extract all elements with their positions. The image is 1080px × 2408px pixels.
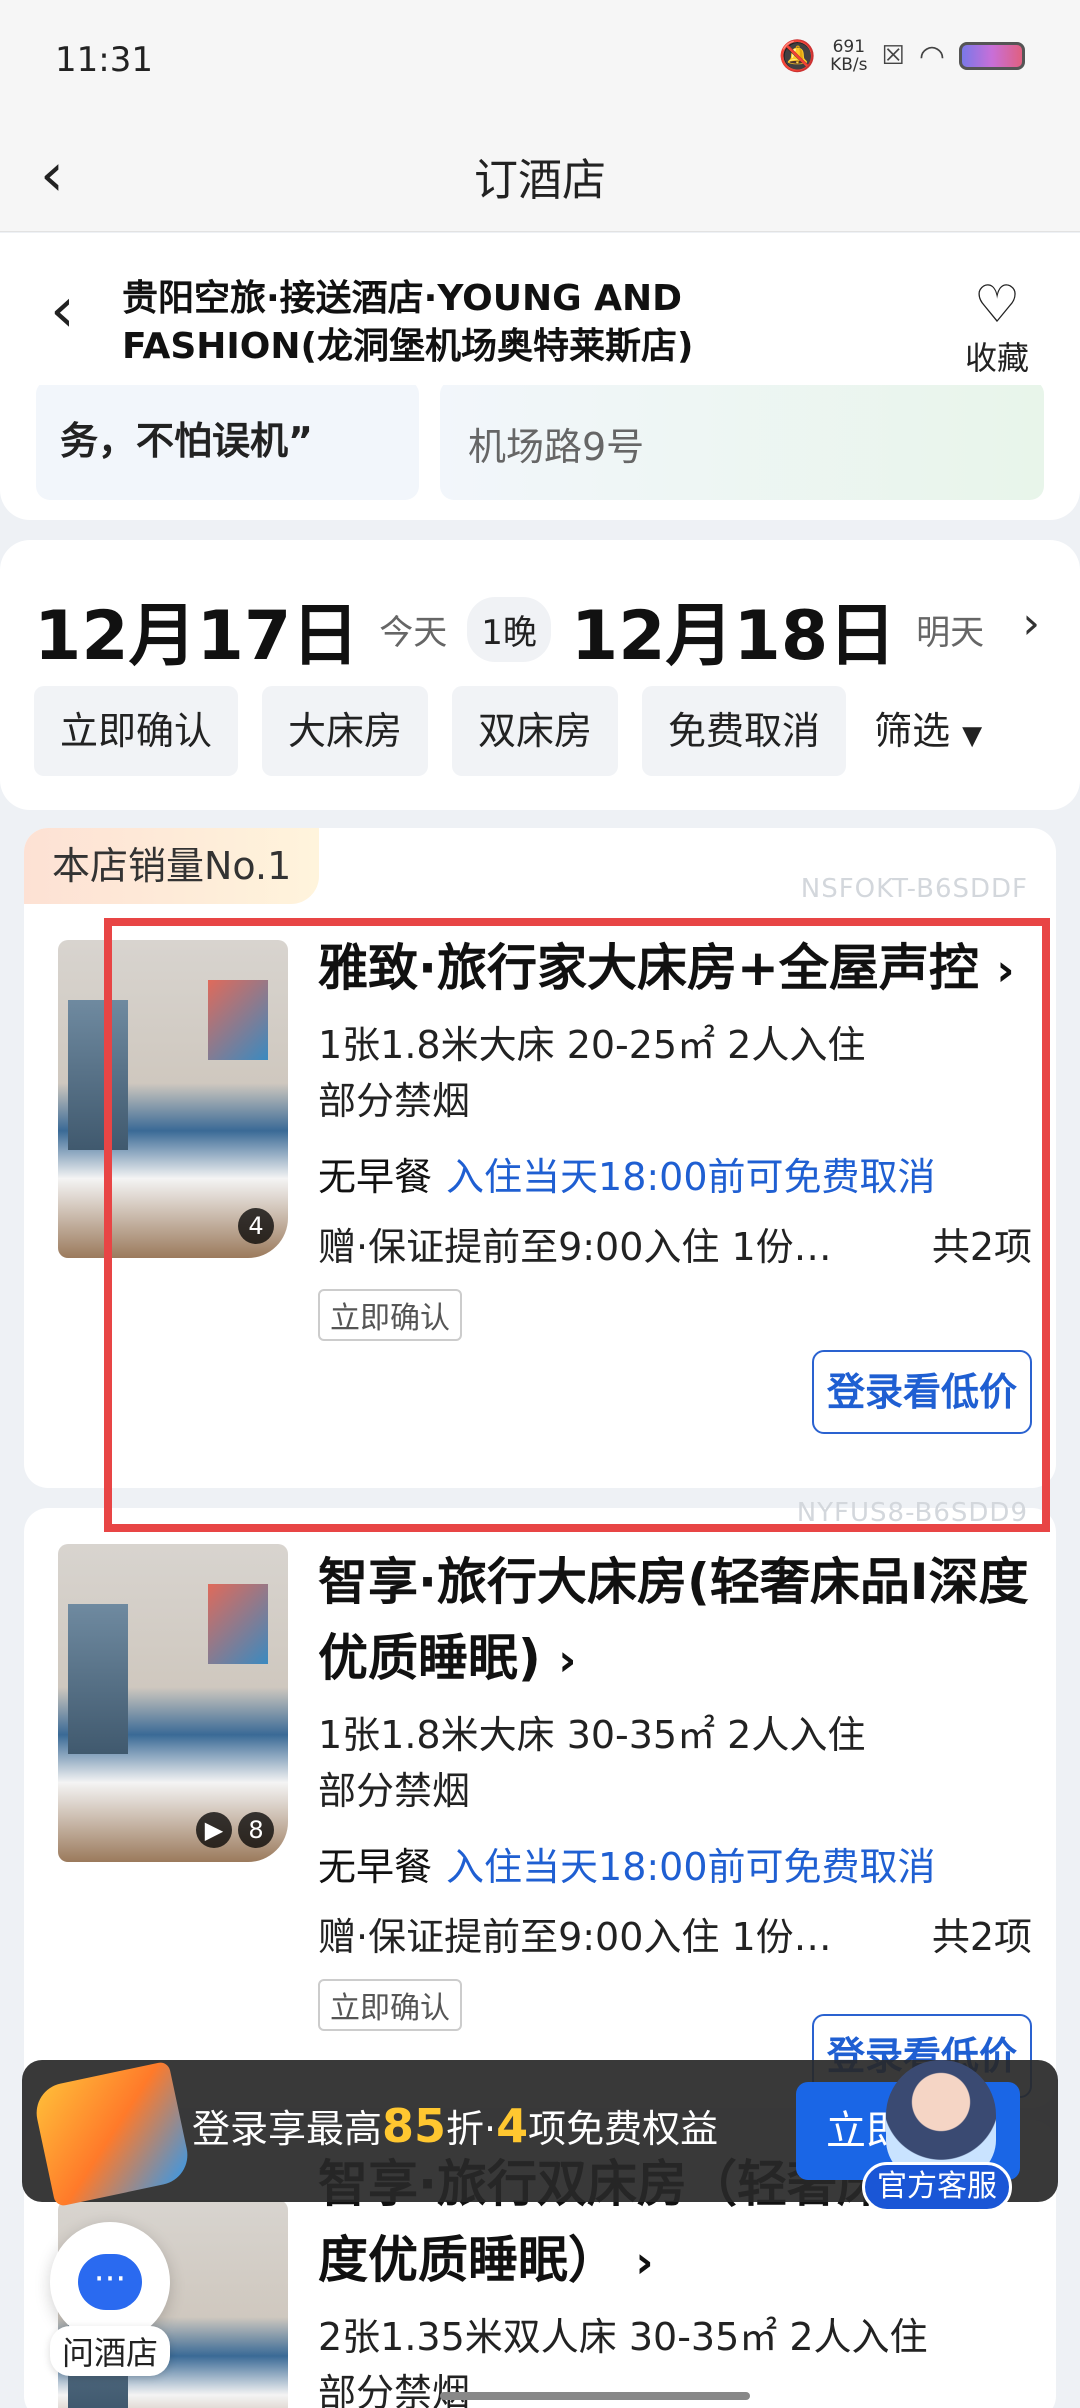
date-filter-panel: 12月17日 今天 1晚 12月18日 明天 › 立即确认 大床房 双床房 免费… [0, 540, 1080, 810]
favorite-button[interactable]: ♡ 收藏 [952, 277, 1042, 379]
chevron-right-icon: › [996, 945, 1015, 996]
network-speed: 691 KB/s [830, 37, 868, 75]
checkout-date: 12月18日 [570, 597, 897, 676]
instant-confirm-tag: 立即确认 [318, 1289, 462, 1341]
hotel-address[interactable]: 机场路9号 [440, 380, 1044, 500]
chevron-right-icon: › [635, 2237, 654, 2288]
status-bar: 11:31 🔕 691 KB/s ☒ ◠ [0, 0, 1080, 120]
room-photo[interactable]: ▶ 8 [58, 1544, 288, 1862]
room-gift[interactable]: 赠·保证提前至9:00入住 1份… 共2项 [318, 1219, 1032, 1275]
filter-twin-bed[interactable]: 双床房 [452, 686, 619, 776]
filter-more[interactable]: 筛选 ▼ [870, 686, 983, 776]
checkin-date: 12月17日 [34, 597, 360, 676]
sim-off-icon: ☒ [881, 41, 905, 71]
wifi-icon: ◠ [918, 38, 945, 74]
room-spec: 1张1.8米大床 30-35㎡ 2人入住 部分禁烟 [318, 1713, 866, 1813]
room-spec: 1张1.8米大床 20-25㎡ 2人入住 部分禁烟 [318, 1023, 866, 1123]
top-nav: ‹ 订酒店 [0, 120, 1080, 232]
nights-count: 1晚 [467, 597, 551, 662]
mute-icon: 🔕 [778, 38, 817, 74]
room-policy: 无早餐 入住当天18:00前可免费取消 [318, 1155, 936, 1199]
room-details: 智享·旅行大床房(轻奢床品I深度优质睡眠) › 1张1.8米大床 30-35㎡ … [318, 1544, 1032, 2098]
room-card[interactable]: 本店销量No.1 NSFOKT-B6SDDF 4 雅致·旅行家大床房+全屋声控 … [24, 828, 1056, 1488]
page-title: 订酒店 [474, 155, 606, 206]
sales-badge: 本店销量No.1 [24, 828, 320, 904]
photo-count: ▶ 8 [196, 1812, 274, 1848]
customer-service-button[interactable]: 官方客服 [862, 2060, 1012, 2212]
filter-free-cancel[interactable]: 免费取消 [642, 686, 847, 776]
ask-hotel-button[interactable]: ··· 问酒店 [40, 2222, 180, 2382]
checkout-sub: 明天 [916, 613, 985, 653]
room-code: NSFOKT-B6SDDF [800, 874, 1028, 904]
chevron-right-icon: › [558, 1635, 577, 1686]
room-details: 雅致·旅行家大床房+全屋声控 › 1张1.8米大床 20-25㎡ 2人入住 部分… [318, 930, 1032, 1434]
service-label: 官方客服 [862, 2162, 1012, 2212]
room-code: NYFUS8-B6SDD9 [796, 1498, 1028, 1528]
photo-count: 4 [238, 1208, 274, 1244]
filter-row: 立即确认 大床房 双床房 免费取消 筛选 ▼ [34, 686, 983, 776]
coupon-icon [31, 2060, 193, 2208]
heart-plus-icon: ♡ [973, 275, 1021, 335]
status-time: 11:31 [55, 40, 153, 80]
date-selector[interactable]: 12月17日 今天 1晚 12月18日 明天 [34, 580, 984, 679]
caret-down-icon: ▼ [962, 721, 983, 751]
room-gift[interactable]: 赠·保证提前至9:00入住 1份… 共2项 [318, 1909, 1032, 1965]
filter-instant-confirm[interactable]: 立即确认 [34, 686, 239, 776]
battery-icon [959, 42, 1025, 70]
room-card[interactable]: NYFUS8-B6SDD9 ▶ 8 智享·旅行大床房(轻奢床品I深度优质睡眠) … [24, 1498, 1056, 2108]
cancel-policy: 入住当天18:00前可免费取消 [446, 1845, 936, 1889]
hotel-header: ‹ 贵阳空旅·接送酒店·YOUNG AND FASHION(龙洞堡机场奥特莱斯店… [0, 233, 1080, 385]
ask-hotel-label: 问酒店 [49, 2326, 170, 2376]
promo-text: 登录享最高85折·4项免费权益 [192, 2099, 719, 2153]
chat-icon: ··· [78, 2254, 142, 2310]
hotel-back-icon[interactable]: ‹ [50, 273, 75, 346]
filter-king-bed[interactable]: 大床房 [262, 686, 429, 776]
video-play-icon: ▶ [196, 1812, 232, 1848]
instant-confirm-tag: 立即确认 [318, 1979, 462, 2031]
room-title[interactable]: 雅致·旅行家大床房+全屋声控 › [318, 930, 1032, 1009]
favorite-label: 收藏 [964, 339, 1029, 377]
login-price-button[interactable]: 登录看低价 [812, 1350, 1032, 1434]
chevron-right-icon[interactable]: › [1022, 598, 1040, 649]
home-indicator[interactable] [440, 2392, 750, 2400]
room-title[interactable]: 智享·旅行大床房(轻奢床品I深度优质睡眠) › [318, 1544, 1032, 1699]
status-icons: 🔕 691 KB/s ☒ ◠ [779, 38, 1025, 74]
room-policy: 无早餐 入住当天18:00前可免费取消 [318, 1845, 936, 1889]
cancel-policy: 入住当天18:00前可免费取消 [446, 1155, 936, 1199]
hotel-name: 贵阳空旅·接送酒店·YOUNG AND FASHION(龙洞堡机场奥特莱斯店) [122, 278, 694, 367]
hotel-highlight[interactable]: 务，不怕误机” [36, 380, 419, 500]
checkin-sub: 今天 [379, 613, 448, 653]
room-photo[interactable]: 4 [58, 940, 288, 1258]
